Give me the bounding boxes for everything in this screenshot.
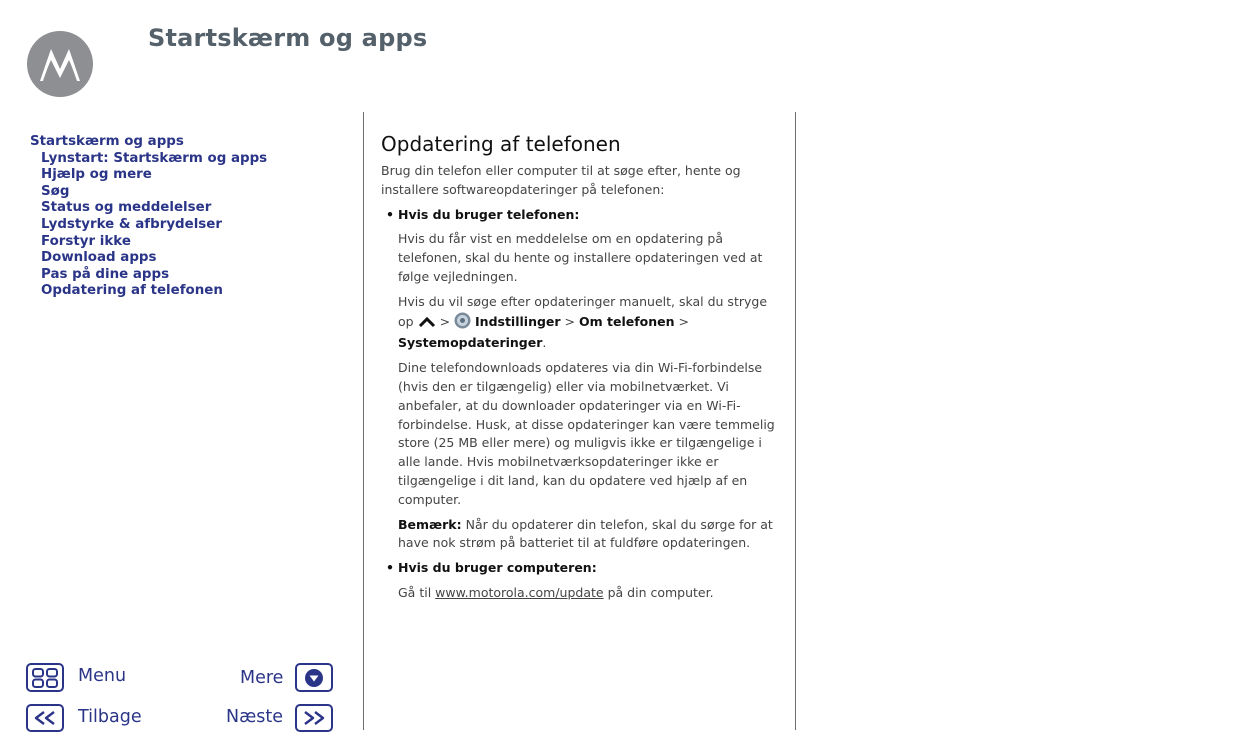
table-of-contents: Startskærm og apps Lynstart: Startskærm …: [30, 134, 267, 300]
period: .: [542, 335, 547, 351]
back-button[interactable]: Tilbage: [26, 704, 142, 732]
note-paragraph: Bemærk: Når du opdaterer din telefon, sk…: [381, 516, 781, 554]
toc-item-lydstyrke[interactable]: Lydstyrke & afbrydelser: [30, 217, 267, 234]
toc-item-soeg[interactable]: Søg: [30, 184, 267, 201]
about-phone-label: Om telefonen: [579, 313, 675, 329]
menu-button[interactable]: Menu: [26, 663, 126, 692]
system-updates-label: Systemopdateringer: [398, 335, 543, 351]
toc-item-forstyr[interactable]: Forstyr ikke: [30, 234, 267, 251]
settings-gear-icon: [454, 312, 471, 335]
toc-item-pas-paa[interactable]: Pas på dine apps: [30, 267, 267, 284]
page-title: Startskærm og apps: [148, 24, 428, 52]
back-label: Tilbage: [78, 707, 142, 727]
separator: >: [678, 313, 690, 329]
separator: >: [564, 313, 576, 329]
motorola-update-link[interactable]: www.motorola.com/update: [435, 585, 603, 600]
computer-bullet-label: Hvis du bruger computeren:: [398, 560, 597, 576]
phone-bullet: • Hvis du bruger telefonen:: [381, 206, 781, 225]
column-divider: [795, 112, 796, 730]
toc-item-hjaelp[interactable]: Hjælp og mere: [30, 167, 267, 184]
toc-item-download[interactable]: Download apps: [30, 250, 267, 267]
bullet-icon: •: [386, 206, 394, 222]
settings-label: Indstillinger: [475, 313, 561, 329]
more-button[interactable]: Mere: [240, 663, 334, 692]
menu-label: Menu: [78, 665, 127, 686]
next-label: Næste: [226, 707, 284, 727]
chevron-up-icon: [418, 315, 436, 335]
separator: >: [439, 313, 451, 329]
intro-paragraph: Brug din telefon eller computer til at s…: [381, 163, 741, 197]
article-heading: Opdatering af telefonen: [381, 132, 621, 156]
grid-icon: [26, 663, 64, 692]
phone-bullet-label: Hvis du bruger telefonen:: [398, 206, 580, 222]
article: Opdatering af telefonen Brug din telefon…: [381, 130, 781, 609]
toc-section-link[interactable]: Startskærm og apps: [30, 134, 267, 151]
note-label: Bemærk:: [398, 516, 462, 532]
double-chevron-right-icon: [295, 704, 334, 732]
toc-item-opdatering[interactable]: Opdatering af telefonen: [30, 283, 267, 300]
motorola-logo-icon: [27, 31, 93, 97]
toc-item-lynstart[interactable]: Lynstart: Startskærm og apps: [30, 151, 267, 168]
bullet-icon: •: [386, 560, 394, 576]
computer-suffix: på din computer.: [607, 584, 714, 600]
computer-paragraph: Gå til www.motorola.com/update på din co…: [381, 584, 781, 603]
more-label: Mere: [240, 667, 284, 688]
phone-paragraph-1: Hvis du får vist en meddelelse om en opd…: [398, 231, 763, 284]
phone-paragraph-2: Hvis du vil søge efter opdateringer manu…: [381, 293, 781, 353]
phone-paragraph-3: Dine telefondownloads opdateres via din …: [398, 360, 775, 507]
toc-item-status[interactable]: Status og meddelelser: [30, 200, 267, 217]
double-chevron-left-icon: [26, 704, 64, 732]
computer-prefix: Gå til: [398, 584, 432, 600]
chevron-down-circle-icon: [295, 663, 334, 692]
column-divider: [363, 112, 364, 730]
computer-bullet: • Hvis du bruger computeren:: [381, 559, 781, 578]
next-button[interactable]: Næste: [226, 704, 334, 732]
